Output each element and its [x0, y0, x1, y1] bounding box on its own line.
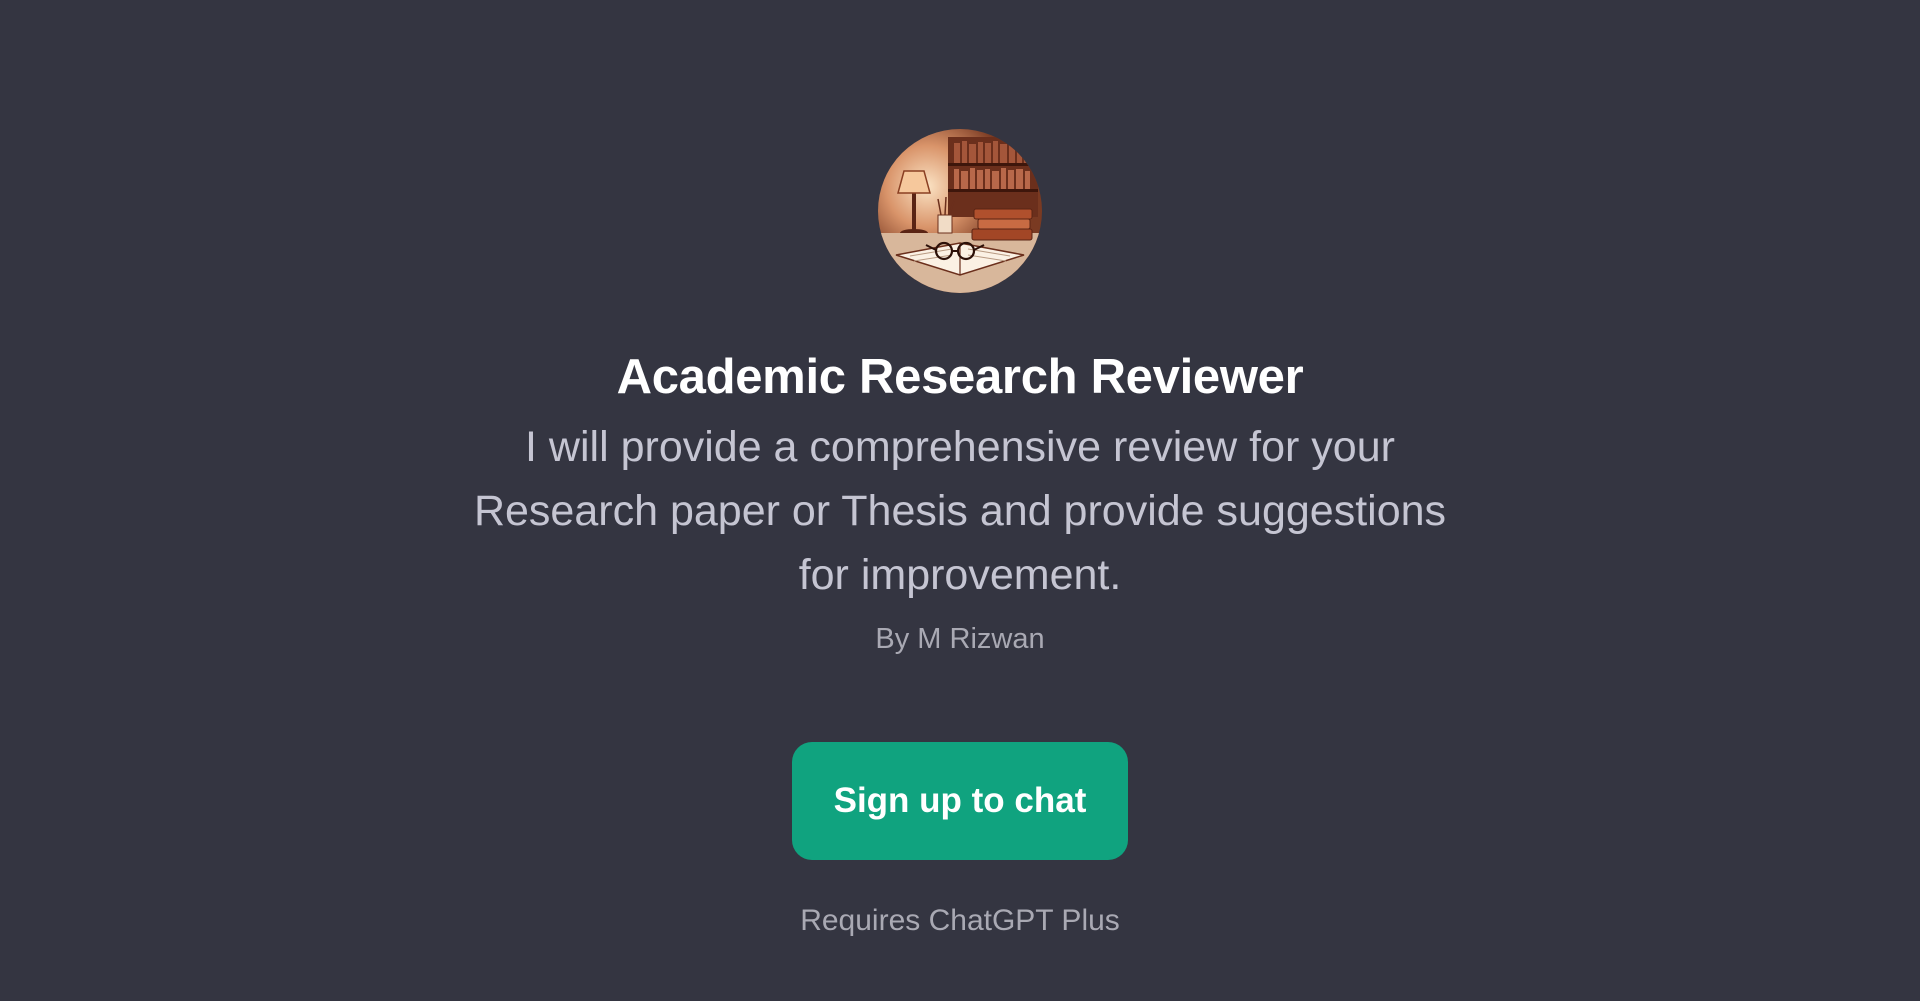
gpt-description: I will provide a comprehensive review fo…	[473, 423, 1447, 599]
gpt-author: By M Rizwan	[875, 623, 1045, 655]
gpt-title: Academic Research Reviewer	[616, 350, 1304, 404]
sign-up-to-chat-button[interactable]: Sign up to chat	[792, 742, 1128, 860]
requirement-note: Requires ChatGPT Plus	[800, 904, 1120, 937]
gpt-landing-page: Academic Research Reviewer I will provid…	[0, 0, 1920, 1001]
library-desk-illustration-icon	[878, 129, 1042, 293]
